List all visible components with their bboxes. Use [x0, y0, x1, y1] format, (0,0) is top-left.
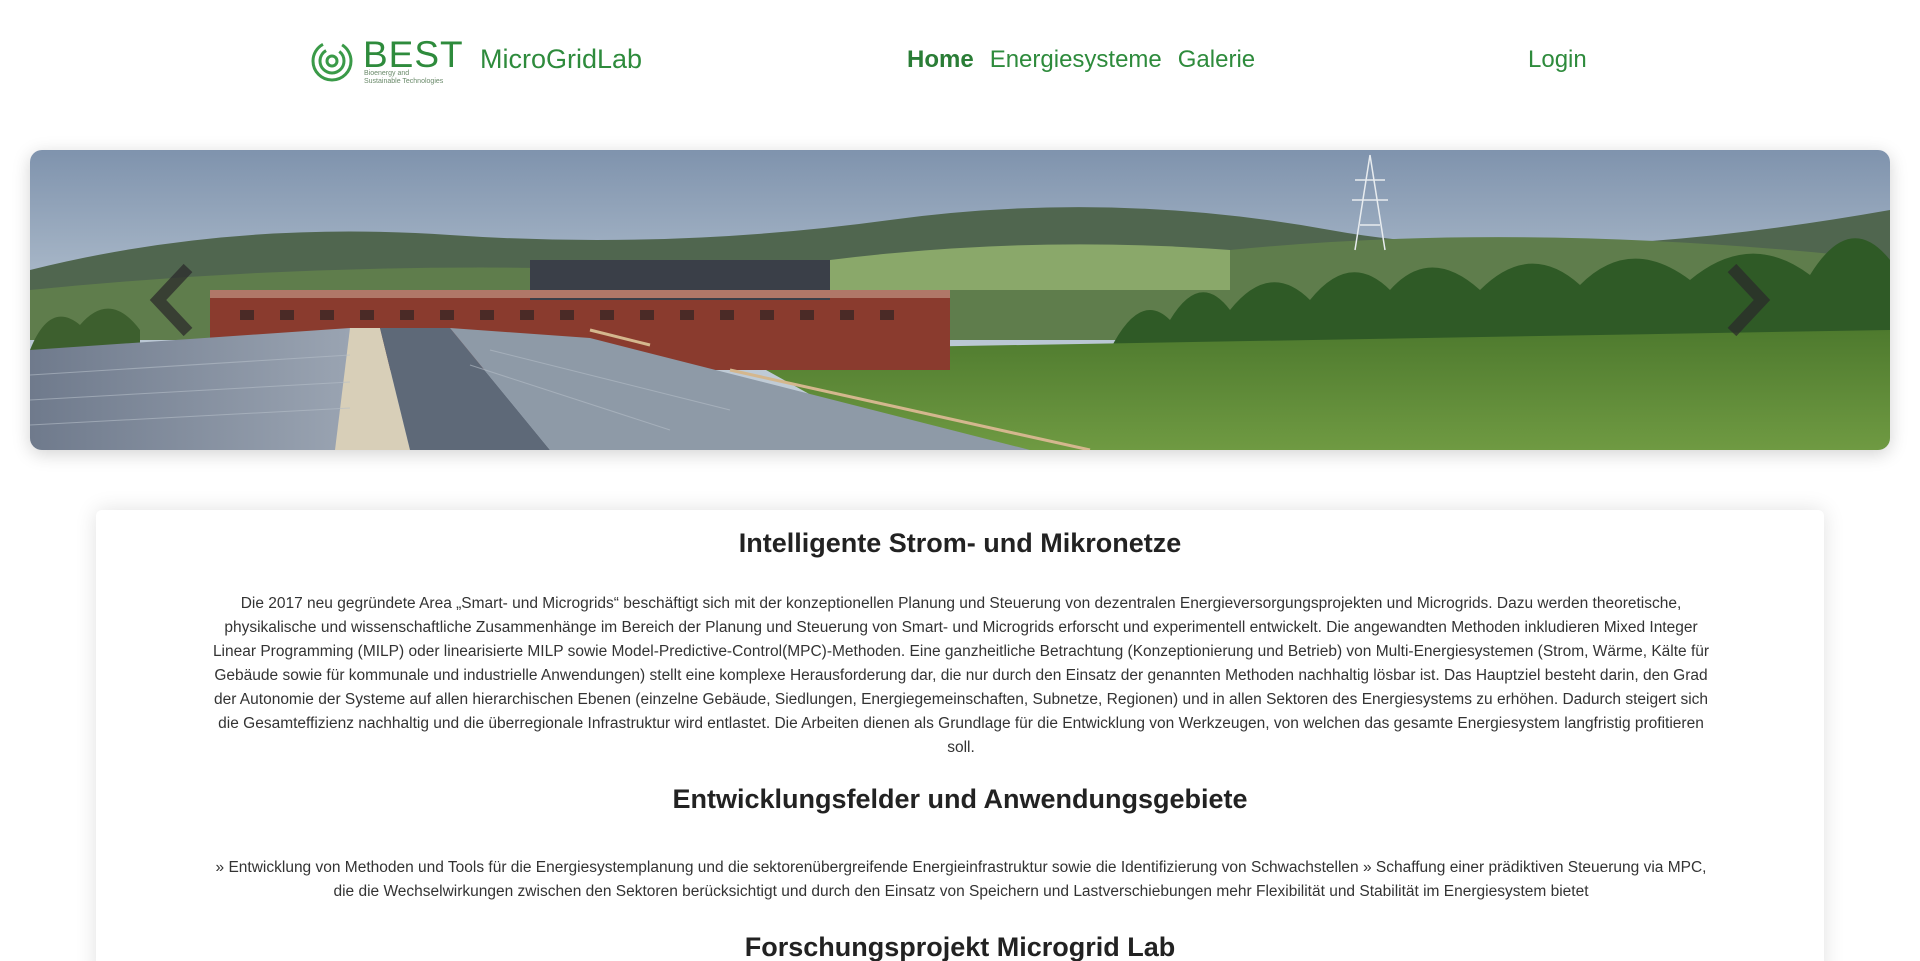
- nav-home[interactable]: Home: [907, 46, 974, 74]
- section-text-intelligente-netze: Die 2017 neu gegründete Area „Smart- und…: [212, 595, 1710, 756]
- brand-name[interactable]: MicroGridLab: [480, 44, 642, 75]
- logo-tagline: Bioenergy and Sustainable Technologies: [364, 70, 484, 86]
- section-title-forschungsprojekt: Forschungsprojekt Microgrid Lab: [744, 932, 1176, 961]
- nav-energiesysteme[interactable]: Energiesysteme: [990, 46, 1162, 74]
- nav-galerie[interactable]: Galerie: [1178, 46, 1255, 74]
- section-title-intelligente-netze: Intelligente Strom- und Mikronetze: [738, 528, 1182, 558]
- hero-image: [30, 150, 1890, 450]
- site-header: BEST Bioenergy and Sustainable Technolog…: [0, 0, 1920, 120]
- main-nav: Home Energiesysteme Galerie: [907, 46, 1255, 74]
- carousel-prev-icon[interactable]: [140, 260, 200, 340]
- best-logo-icon: [311, 40, 353, 82]
- login-link[interactable]: Login: [1528, 46, 1587, 74]
- logo-tagline-line1: Bioenergy and: [364, 70, 410, 77]
- content-card: Intelligente Strom- und Mikronetze Die 2…: [96, 510, 1824, 961]
- logo-tagline-line2: Sustainable Technologies: [364, 78, 444, 85]
- carousel-next-icon[interactable]: [1720, 260, 1780, 340]
- section-text-entwicklungsfelder: » Entwicklung von Methoden und Tools für…: [215, 859, 1707, 900]
- best-logo[interactable]: BEST Bioenergy and Sustainable Technolog…: [310, 34, 475, 92]
- hero-carousel: [30, 150, 1890, 450]
- section-title-entwicklungsfelder: Entwicklungsfelder und Anwendungsgebiete: [672, 784, 1248, 814]
